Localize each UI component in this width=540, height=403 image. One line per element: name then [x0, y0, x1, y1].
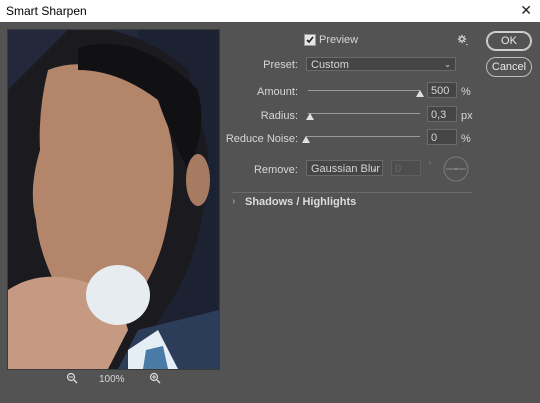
radius-label: Radius:: [260, 110, 298, 122]
chevron-down-icon: ⌄: [444, 60, 451, 69]
radius-slider-track[interactable]: [308, 113, 420, 114]
zoom-controls: 100%: [7, 372, 218, 388]
remove-value: Gaussian Blur: [311, 163, 381, 175]
section-title: Shadows / Highlights: [245, 196, 357, 208]
ok-button[interactable]: OK: [486, 31, 532, 51]
remove-label: Remove:: [253, 164, 298, 176]
amount-input[interactable]: 500: [427, 82, 457, 98]
preview-checkbox[interactable]: [304, 34, 316, 46]
angle-unit: °: [428, 160, 432, 170]
reduce-noise-unit: %: [461, 133, 471, 145]
angle-dial-icon: [443, 156, 469, 182]
radius-unit: px: [461, 110, 473, 122]
zoom-out-icon[interactable]: [66, 372, 78, 387]
image-preview[interactable]: [7, 29, 220, 370]
preset-label: Preset:: [263, 59, 298, 71]
section-divider: [232, 192, 472, 193]
preview-label: Preview: [319, 34, 359, 46]
angle-input: 0: [391, 160, 421, 176]
chevron-right-icon: ›: [232, 196, 236, 207]
reduce-noise-input[interactable]: 0: [427, 129, 457, 145]
amount-slider-thumb[interactable]: [416, 90, 424, 97]
remove-select[interactable]: Gaussian Blur ⌄: [306, 160, 383, 176]
reduce-noise-slider-thumb[interactable]: [302, 136, 310, 143]
window-title: Smart Sharpen: [6, 4, 87, 18]
preset-select[interactable]: Custom ⌄: [306, 57, 456, 71]
gear-icon[interactable]: [457, 34, 469, 49]
portrait-image: [8, 30, 219, 369]
radius-slider-thumb[interactable]: [306, 113, 315, 120]
reduce-noise-label: Reduce Noise:: [225, 133, 298, 145]
zoom-level: 100%: [99, 374, 125, 385]
title-bar: Smart Sharpen ✕: [0, 0, 540, 22]
radius-input[interactable]: 0,3: [427, 106, 457, 122]
amount-slider-track[interactable]: [308, 90, 420, 91]
amount-label: Amount:: [257, 86, 298, 98]
close-icon[interactable]: ✕: [520, 2, 532, 19]
preset-value: Custom: [311, 59, 349, 71]
zoom-in-icon[interactable]: [149, 372, 161, 387]
amount-unit: %: [461, 86, 471, 98]
chevron-down-icon: ⌄: [371, 164, 378, 173]
cancel-button[interactable]: Cancel: [486, 57, 532, 77]
reduce-noise-slider-track[interactable]: [306, 136, 420, 137]
